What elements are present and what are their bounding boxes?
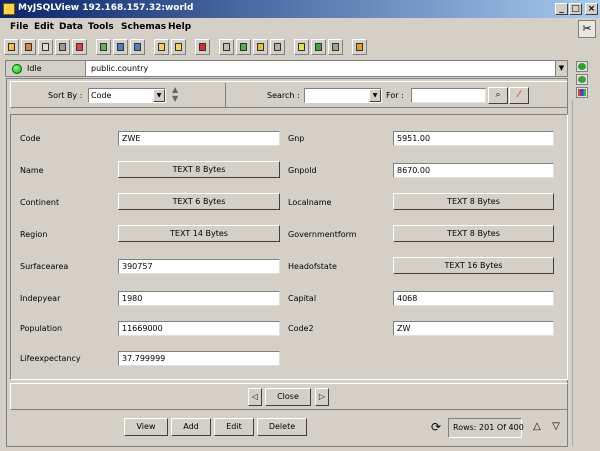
export-icon[interactable] [311,39,326,55]
field-label-capital: Capital [288,294,317,303]
next-record-button[interactable]: ▷ [315,388,329,406]
search-label: Search : [267,91,300,100]
field-code-input[interactable]: ZWE [118,131,280,146]
app-icon [3,3,15,15]
field-label-population: Population [20,324,63,333]
table-select-dropdown-icon[interactable]: ▼ [555,61,567,76]
status-indicator-icon [12,64,22,74]
triangle-left-icon: ◁ [251,392,259,401]
settings-icon[interactable] [352,39,367,55]
field-label-code2: Code2 [288,324,314,333]
panel-chart-icon[interactable] [576,87,588,98]
refresh-icon[interactable] [72,39,87,55]
sort-label: Sort By : [48,91,83,100]
field-label-localname: Localname [288,198,332,207]
right-scroll-track[interactable] [572,100,582,446]
app-logo-icon: ✂ [578,20,596,38]
previous-record-button[interactable]: ◁ [248,388,262,406]
field-capital-input[interactable]: 4068 [393,291,554,306]
rows-status: Rows: 201 Of 400 [448,418,524,438]
menu-edit[interactable]: Edit [34,22,54,32]
add-button[interactable]: Add [171,418,211,436]
page-down-icon[interactable]: ▽ [548,419,564,435]
query-icon[interactable] [294,39,309,55]
field-indepyear-input[interactable]: 1980 [118,291,280,306]
menu-tools[interactable]: Tools [88,22,114,32]
panel-data-icon[interactable] [576,74,588,85]
search-input[interactable] [411,88,486,103]
close-form-button[interactable]: Close [265,388,311,406]
record-form [10,114,568,380]
database-green-icon[interactable] [236,39,251,55]
import-icon[interactable] [96,39,111,55]
menu-schemas[interactable]: Schemas [121,22,166,32]
field-lifeexpectancy-input[interactable]: 37.799999 [118,351,280,366]
status-text: Idle [27,64,42,73]
menu-bar: File Edit Data Tools Schemas Help [0,18,600,38]
field-label-name: Name [20,166,44,175]
table-icon[interactable] [55,39,70,55]
page-up-icon[interactable]: △ [529,419,545,435]
refresh-rows-icon[interactable]: ⟳ [428,419,444,435]
field-gnpold-input[interactable]: 8670.00 [393,163,554,178]
field-label-gnpold: Gnpold [288,166,317,175]
field-headofstate-button[interactable]: TEXT 16 Bytes [393,257,554,274]
menu-data[interactable]: Data [59,22,83,32]
field-region-button[interactable]: TEXT 14 Bytes [118,225,280,242]
search-icon[interactable]: ⌕ [488,87,508,104]
field-label-gnp: Gnp [288,134,305,143]
field-label-governmentform: Governmentform [288,230,357,239]
field-gnp-input[interactable]: 5951.00 [393,131,554,146]
edit-button[interactable]: Edit [214,418,254,436]
upload-icon[interactable] [130,39,145,55]
field-label-code: Code [20,134,41,143]
edit-icon[interactable] [328,39,343,55]
field-continent-button[interactable]: TEXT 6 Bytes [118,193,280,210]
field-surfacearea-input[interactable]: 390757 [118,259,280,274]
field-label-region: Region [20,230,48,239]
field-population-input[interactable]: 11669000 [118,321,280,336]
close-window-button[interactable]: × [585,3,598,15]
title-bar[interactable]: MyJSQLView 192.168.157.32:world _ □ × [0,0,600,18]
sort-order-icon[interactable]: ▲ ▼ [172,85,178,103]
print-icon[interactable] [38,39,53,55]
sort-by-select[interactable]: Code ▼ [88,88,166,103]
clear-search-icon[interactable]: ⁄ [509,87,529,104]
field-code2-input[interactable]: ZW [393,321,554,336]
field-label-surfacearea: Surfacearea [20,262,69,271]
database-stack-icon[interactable] [270,39,285,55]
delete-icon[interactable] [195,39,210,55]
field-name-button[interactable]: TEXT 8 Bytes [118,161,280,178]
download-icon[interactable] [113,39,128,55]
view-button[interactable]: View [124,418,168,436]
chevron-down-icon[interactable]: ▼ [369,89,381,102]
menu-help[interactable]: Help [168,22,191,32]
menu-file[interactable]: File [10,22,28,32]
save-icon[interactable] [21,39,36,55]
paste-icon[interactable] [171,39,186,55]
open-icon[interactable] [4,39,19,55]
minimize-button[interactable]: _ [555,3,568,15]
field-label-indepyear: Indepyear [20,294,61,303]
status-row [5,60,568,77]
database-icon[interactable] [219,39,234,55]
panel-green-icon[interactable] [576,61,588,72]
chevron-down-icon[interactable]: ▼ [153,89,165,102]
field-label-continent: Continent [20,198,60,207]
triangle-right-icon: ▷ [318,392,326,401]
field-label-headofstate: Headofstate [288,262,337,271]
search-column-select[interactable]: ▼ [304,88,382,103]
table-name: public.country [91,64,149,73]
field-label-lifeexpectancy: Lifeexpectancy [20,354,81,363]
for-label: For : [386,91,404,100]
delete-button[interactable]: Delete [257,418,307,436]
copy-icon[interactable] [154,39,169,55]
sort-by-value: Code [91,91,112,100]
field-governmentform-button[interactable]: TEXT 8 Bytes [393,225,554,242]
maximize-button[interactable]: □ [569,3,582,15]
field-localname-button[interactable]: TEXT 8 Bytes [393,193,554,210]
database-yellow-icon[interactable] [253,39,268,55]
bar-divider [225,83,226,107]
window-title: MyJSQLView 192.168.157.32:world [18,3,194,13]
